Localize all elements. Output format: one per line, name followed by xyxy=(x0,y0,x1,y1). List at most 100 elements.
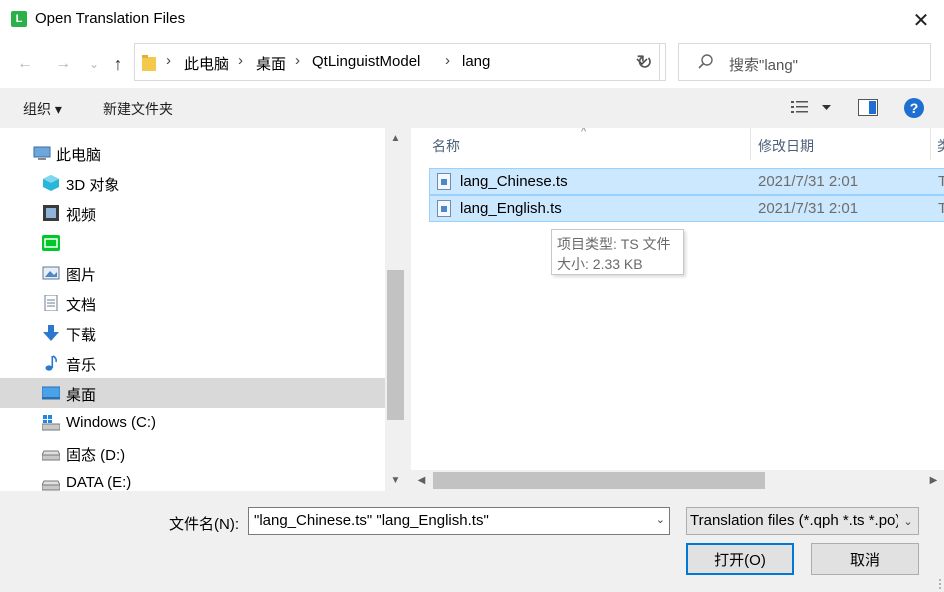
breadcrumb-separator[interactable]: › xyxy=(166,52,171,69)
file-date: 2021/7/31 2:01 xyxy=(758,173,859,190)
documents-icon xyxy=(44,295,58,311)
column-header-type[interactable]: 类 xyxy=(931,128,944,160)
file-name: lang_English.ts xyxy=(460,200,562,217)
navigation-bar: ← → ⌄ ↑ › 此电脑 › 桌面 › QtLinguistModel › l… xyxy=(0,40,944,88)
recent-locations-chevron-icon[interactable]: ⌄ xyxy=(82,52,106,76)
organize-menu[interactable]: 组织 ▾ xyxy=(23,99,62,119)
search-input[interactable]: 搜索"lang" xyxy=(729,54,798,75)
video-icon xyxy=(43,205,59,221)
column-header-label: 类 xyxy=(937,136,944,156)
navigation-pane: 此电脑 3D 对象 视频 图片 文档 下载 音乐 桌面 Windows (C:)… xyxy=(0,128,406,491)
title-bar: L Open Translation Files ✕ xyxy=(0,0,944,40)
ts-file-icon xyxy=(437,173,451,190)
filename-label: 文件名(N): xyxy=(169,516,239,533)
search-box[interactable]: 搜索"lang" xyxy=(678,43,931,81)
breadcrumb-qtlinguistmodel[interactable]: QtLinguistModel xyxy=(312,53,420,70)
file-date: 2021/7/31 2:01 xyxy=(758,200,859,217)
scroll-up-arrow-icon[interactable]: ▲ xyxy=(385,128,406,149)
chevron-down-icon[interactable]: ⌄ xyxy=(898,508,918,534)
sidebar-item-label: 视频 xyxy=(66,207,97,224)
sidebar-item-desktop[interactable]: 桌面 xyxy=(0,378,385,408)
file-name: lang_Chinese.ts xyxy=(460,173,568,190)
scroll-right-arrow-icon[interactable]: ▶ xyxy=(923,470,944,491)
sidebar-item-label: 下载 xyxy=(66,327,97,344)
filename-value[interactable]: "lang_Chinese.ts" "lang_English.ts" xyxy=(254,512,489,529)
scrollbar-thumb[interactable] xyxy=(387,270,404,420)
drive-icon xyxy=(42,480,60,491)
filename-input[interactable]: "lang_Chinese.ts" "lang_English.ts" ⌄ xyxy=(248,507,670,535)
iqiyi-icon xyxy=(42,235,60,251)
cancel-button[interactable]: 取消 xyxy=(811,543,919,575)
sidebar-item-label: Windows (C:) xyxy=(66,414,157,431)
file-type-filter-select[interactable]: Translation files (*.qph *.ts *.po) ⌄ xyxy=(686,507,919,535)
column-header-label: 修改日期 xyxy=(758,138,814,154)
sidebar-item-videos[interactable]: 视频 xyxy=(0,198,385,228)
search-icon xyxy=(698,54,713,69)
sidebar-item-downloads[interactable]: 下载 xyxy=(0,318,385,348)
preview-pane-icon[interactable] xyxy=(858,99,878,116)
folder-icon xyxy=(142,55,156,71)
scroll-left-arrow-icon[interactable]: ◀ xyxy=(411,470,432,491)
sidebar-item-documents[interactable]: 文档 xyxy=(0,288,385,318)
breadcrumb-desktop[interactable]: 桌面 xyxy=(256,53,286,74)
open-button[interactable]: 打开(O) xyxy=(686,543,794,575)
resize-grip-icon[interactable] xyxy=(932,578,942,590)
sidebar-item-pictures[interactable]: 图片 xyxy=(0,258,385,288)
file-list-horizontal-scrollbar[interactable]: ◀ ▶ xyxy=(411,470,944,491)
refresh-button[interactable]: ↻ xyxy=(624,43,666,81)
view-dropdown-icon[interactable] xyxy=(822,105,831,111)
new-folder-button[interactable]: 新建文件夹 xyxy=(103,99,173,119)
close-button[interactable]: ✕ xyxy=(898,0,944,40)
tooltip-size: 大小: 2.33 KB xyxy=(557,256,643,272)
column-header-label: 名称 xyxy=(432,138,460,154)
ts-file-icon xyxy=(437,200,451,217)
address-bar[interactable]: › 此电脑 › 桌面 › QtLinguistModel › lang xyxy=(134,43,660,81)
file-row[interactable]: lang_English.ts 2021/7/31 2:01 T xyxy=(429,195,944,222)
sidebar-item-label: 此电脑 xyxy=(56,147,102,164)
column-header-name[interactable]: 名称 xyxy=(411,128,751,160)
help-icon[interactable]: ? xyxy=(904,98,924,118)
sidebar-item-drive-d[interactable]: 固态 (D:) xyxy=(0,438,385,468)
pictures-icon xyxy=(42,266,60,280)
dialog-footer: 文件名(N): "lang_Chinese.ts" "lang_English.… xyxy=(0,491,944,592)
sidebar-scrollbar[interactable]: ▲ ▼ xyxy=(385,128,406,491)
sidebar-item-label: 3D 对象 xyxy=(66,177,120,194)
file-type-filter-value[interactable]: Translation files (*.qph *.ts *.po) xyxy=(690,512,900,529)
column-header-date[interactable]: 修改日期 xyxy=(751,128,931,160)
command-toolbar: 组织 ▾ 新建文件夹 ? xyxy=(0,88,944,128)
sidebar-item-music[interactable]: 音乐 xyxy=(0,348,385,378)
tooltip-type: 项目类型: TS 文件 xyxy=(557,236,671,252)
sidebar-item-3d-objects[interactable]: 3D 对象 xyxy=(0,168,385,198)
downloads-icon xyxy=(43,325,59,341)
view-options-icon[interactable] xyxy=(791,100,809,116)
scrollbar-thumb[interactable] xyxy=(433,472,765,489)
file-info-tooltip: 项目类型: TS 文件 大小: 2.33 KB xyxy=(551,229,684,275)
sidebar-item-label: 图片 xyxy=(66,267,97,284)
up-arrow-icon[interactable]: ↑ xyxy=(106,52,130,76)
breadcrumb-separator[interactable]: › xyxy=(238,52,243,69)
sidebar-item-windows-c[interactable]: Windows (C:) xyxy=(0,408,385,438)
sidebar-item-label: DATA (E:) xyxy=(66,474,132,491)
file-type: T xyxy=(938,173,944,190)
music-icon xyxy=(45,355,57,371)
sidebar-item-label: 文档 xyxy=(66,297,97,314)
sidebar-item-label: 固态 (D:) xyxy=(66,447,126,464)
sidebar-item-data-e[interactable]: DATA (E:) xyxy=(0,468,385,491)
breadcrumb-this-pc[interactable]: 此电脑 xyxy=(184,53,229,74)
forward-arrow-icon[interactable]: → xyxy=(51,52,75,76)
desktop-icon xyxy=(42,386,60,400)
qt-linguist-app-icon: L xyxy=(11,11,27,27)
back-arrow-icon[interactable]: ← xyxy=(13,52,37,76)
scroll-down-arrow-icon[interactable]: ▼ xyxy=(385,470,406,491)
file-row[interactable]: lang_Chinese.ts 2021/7/31 2:01 T xyxy=(429,168,944,195)
sidebar-item-label: 音乐 xyxy=(66,357,97,374)
drive-icon xyxy=(42,450,60,461)
chevron-down-icon[interactable]: ⌄ xyxy=(656,513,665,526)
breadcrumb-lang[interactable]: lang xyxy=(462,53,490,70)
breadcrumb-separator[interactable]: › xyxy=(295,52,300,69)
sidebar-item-this-pc[interactable]: 此电脑 xyxy=(0,138,385,168)
sidebar-item-label: 桌面 xyxy=(66,387,97,404)
sidebar-item-iqiyi[interactable] xyxy=(0,228,385,258)
breadcrumb-separator[interactable]: › xyxy=(445,52,450,69)
computer-icon xyxy=(33,146,51,160)
